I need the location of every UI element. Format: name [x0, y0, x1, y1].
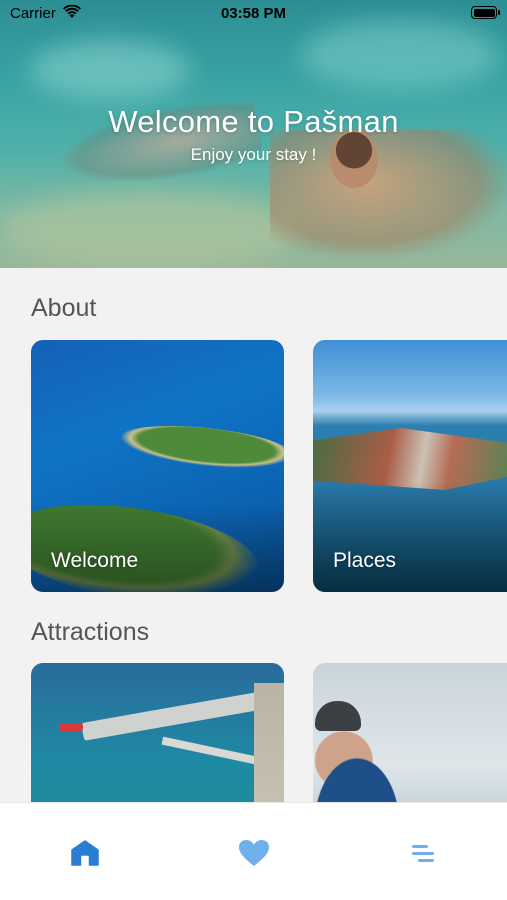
tab-bar — [0, 802, 507, 900]
menu-icon — [412, 845, 434, 862]
card-places[interactable]: Places — [313, 340, 507, 592]
hero-title: Welcome to Pašman — [108, 104, 399, 139]
section-title-attractions: Attractions — [31, 618, 150, 646]
tab-home[interactable] — [65, 836, 105, 870]
tab-favorites[interactable] — [234, 836, 274, 870]
card-label: Places — [333, 549, 397, 572]
card-welcome[interactable]: Welcome — [31, 340, 284, 592]
hero-banner: Carrier 03:58 PM Welcome to Pašman Enjoy… — [0, 0, 507, 268]
status-bar: Carrier 03:58 PM — [0, 0, 507, 28]
tab-menu[interactable] — [403, 836, 443, 870]
section-title-about: About — [31, 294, 97, 322]
home-icon — [71, 840, 99, 866]
battery-icon — [471, 6, 500, 19]
hero-subtitle: Enjoy your stay ! — [190, 145, 317, 164]
home-screen: Carrier 03:58 PM Welcome to Pašman Enjoy… — [0, 0, 507, 900]
card-label: Welcome — [51, 549, 139, 572]
clock: 03:58 PM — [220, 5, 287, 22]
heart-icon — [239, 840, 269, 866]
